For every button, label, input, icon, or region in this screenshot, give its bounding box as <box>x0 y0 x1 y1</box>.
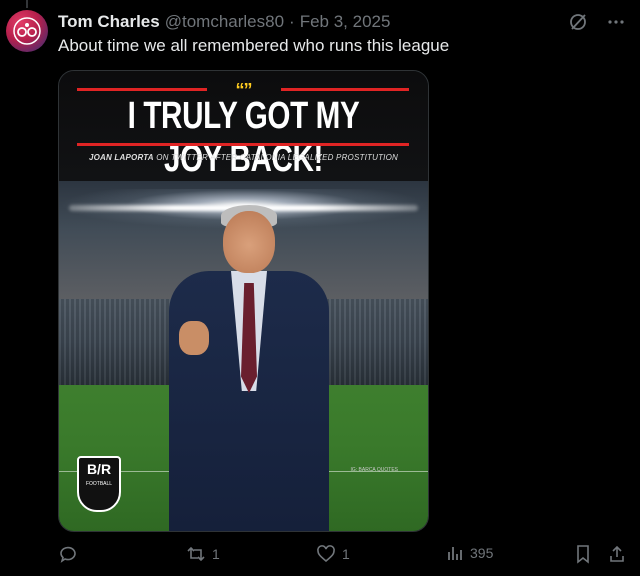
caption-name: JOAN LAPORTA <box>88 153 154 162</box>
reply-button[interactable] <box>58 544 84 564</box>
repost-button[interactable]: 1 <box>186 544 220 564</box>
more-icon[interactable] <box>606 12 626 32</box>
post-top-actions <box>568 12 626 32</box>
views-count: 395 <box>470 545 494 561</box>
post-text: About time we all remembered who runs th… <box>58 36 450 55</box>
logo-sub: FOOTBALL <box>85 481 113 487</box>
share-icon <box>608 544 626 564</box>
image-headline: I TRULY GOT MY JOY BACK! <box>127 95 360 180</box>
action-bar: 1 1 395 <box>58 544 628 568</box>
like-button[interactable]: 1 <box>316 544 350 564</box>
bookmark-icon <box>574 544 592 564</box>
face <box>223 211 275 273</box>
views-button[interactable]: 395 <box>446 544 493 562</box>
share-button[interactable] <box>608 544 626 564</box>
logo-text: B/R <box>86 461 112 477</box>
br-football-logo: B/R FOOTBALL <box>77 456 121 512</box>
caption-rest: ON TWITTER AFTER CATALONIA LEGALIZED PRO… <box>153 153 399 162</box>
repost-icon <box>186 544 206 564</box>
post-image[interactable]: “” I TRULY GOT MY JOY BACK! JOAN LAPORTA… <box>58 70 429 532</box>
banner-red-line-bottom <box>77 143 409 146</box>
thread-line <box>26 0 28 8</box>
post-header: Tom Charles @tomcharles80 · Feb 3, 2025 <box>58 12 580 32</box>
image-caption: JOAN LAPORTA ON TWITTER AFTER CATALONIA … <box>59 153 428 162</box>
banner-red-line-right <box>281 88 409 91</box>
repost-count: 1 <box>212 546 220 562</box>
author-handle[interactable]: @tomcharles80 <box>165 12 284 32</box>
person-photo <box>159 205 339 531</box>
fist <box>179 321 209 355</box>
author-name[interactable]: Tom Charles <box>58 12 160 32</box>
post-date[interactable]: Feb 3, 2025 <box>300 12 391 32</box>
like-icon <box>316 544 336 564</box>
grok-icon[interactable] <box>568 12 588 32</box>
like-count: 1 <box>342 546 350 562</box>
views-icon <box>446 544 464 562</box>
watermark: IG: BARCA QUOTES <box>350 467 398 473</box>
reply-icon <box>58 544 78 564</box>
bookmark-button[interactable] <box>574 544 592 564</box>
avatar[interactable] <box>6 10 48 52</box>
banner-red-line-left <box>77 88 207 91</box>
avatar-logo-icon <box>13 17 41 45</box>
separator: · <box>289 12 295 31</box>
